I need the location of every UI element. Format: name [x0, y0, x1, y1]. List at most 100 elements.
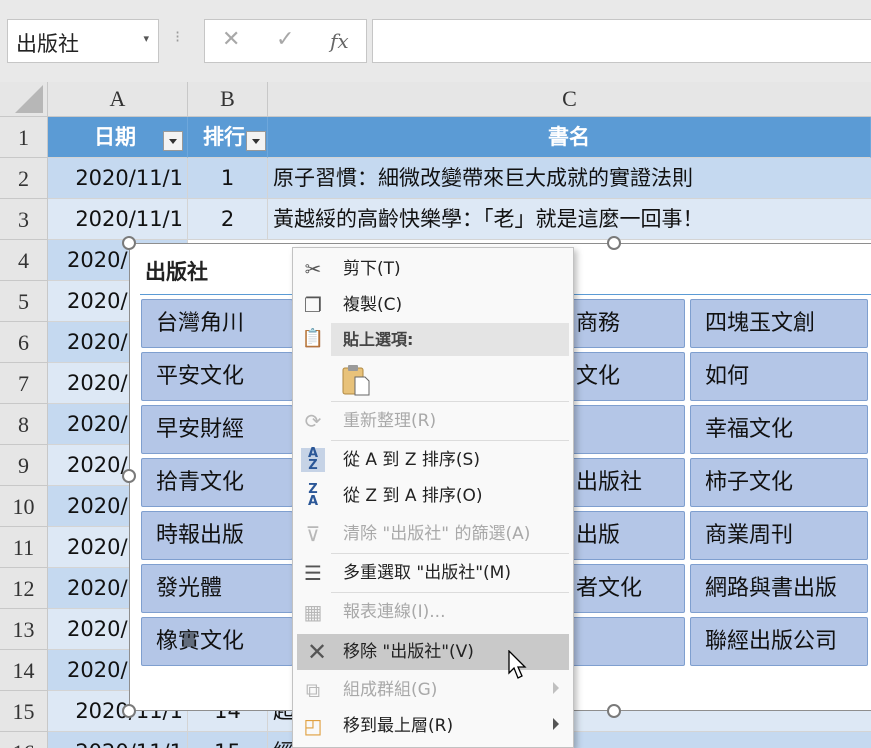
- slicer-item[interactable]: 早安財經: [141, 405, 293, 454]
- menu-separator: [331, 592, 569, 593]
- menu-item-sort-ascending[interactable]: AZ 從 A 到 Z 排序(S): [293, 442, 573, 478]
- paste-icon: 📋: [301, 328, 325, 349]
- row-header[interactable]: 3: [0, 199, 48, 240]
- table-cell[interactable]: 1: [188, 158, 268, 199]
- header-cell-title[interactable]: 書名: [268, 117, 871, 158]
- slicer-item[interactable]: 柿子文化: [690, 458, 868, 507]
- row-header[interactable]: 5: [0, 281, 48, 322]
- formula-input[interactable]: [372, 19, 871, 63]
- resize-handle[interactable]: [122, 236, 136, 250]
- header-cell-date[interactable]: 日期: [48, 117, 188, 158]
- header-cell-rank[interactable]: 排行: [188, 117, 268, 158]
- column-header-a[interactable]: A: [48, 82, 188, 117]
- select-all-button[interactable]: [0, 82, 48, 117]
- slicer-item[interactable]: 網路與書出版: [690, 564, 868, 613]
- enter-icon[interactable]: ✓: [276, 27, 294, 52]
- formula-bar-area: 出版社 ▾ ⁝ ✕ ✓ fx: [0, 0, 871, 82]
- paste-options-header: 貼上選項:: [331, 323, 569, 356]
- group-icon: ⧉: [305, 678, 321, 702]
- row-header[interactable]: 1: [0, 117, 48, 158]
- menu-separator: [331, 553, 569, 554]
- resize-handle[interactable]: [607, 704, 621, 718]
- row-header[interactable]: 7: [0, 363, 48, 404]
- paste-icon[interactable]: [341, 363, 371, 397]
- table-cell[interactable]: 2020/11/1: [48, 732, 188, 748]
- formula-bar-grip-icon[interactable]: ⁝: [175, 27, 180, 46]
- menu-separator: [331, 401, 569, 402]
- row-header[interactable]: 8: [0, 404, 48, 445]
- scissors-icon: ✂: [304, 257, 322, 281]
- menu-item-label: 組成群組(G): [343, 680, 438, 700]
- menu-separator: [331, 440, 569, 441]
- menu-item-copy[interactable]: ❐ 複製(C): [293, 287, 573, 323]
- resize-handle[interactable]: [607, 236, 621, 250]
- menu-item-label: 移到最上層(R): [343, 716, 454, 736]
- table-cell[interactable]: 15: [188, 732, 268, 748]
- cancel-icon[interactable]: ✕: [222, 27, 240, 52]
- formula-buttons: ✕ ✓ fx: [204, 19, 367, 63]
- insert-function-icon[interactable]: fx: [330, 29, 349, 53]
- row-header[interactable]: 16: [0, 732, 48, 748]
- table-cell[interactable]: 黃越綏的高齡快樂學：「老」就是這麼一回事！: [268, 199, 871, 240]
- column-header-b[interactable]: B: [188, 82, 268, 117]
- row-header[interactable]: 9: [0, 445, 48, 486]
- row-header[interactable]: 15: [0, 691, 48, 732]
- sort-za-icon: ZA: [307, 482, 319, 509]
- menu-item-remove[interactable]: ✕ 移除 "出版社"(V): [297, 634, 569, 670]
- submenu-arrow-icon: [553, 682, 559, 694]
- resize-handle[interactable]: [122, 704, 136, 718]
- remove-x-icon: ✕: [306, 638, 328, 666]
- refresh-icon: ⟳: [304, 409, 322, 433]
- submenu-arrow-icon: [553, 718, 559, 730]
- row-header[interactable]: 11: [0, 527, 48, 568]
- copy-icon: ❐: [304, 293, 322, 317]
- row-header[interactable]: 14: [0, 650, 48, 691]
- filter-dropdown-icon[interactable]: [246, 131, 266, 151]
- row-header[interactable]: 13: [0, 609, 48, 650]
- menu-item-label: 清除 "出版社" 的篩選(A): [343, 524, 531, 544]
- slicer-item[interactable]: 商業周刊: [690, 511, 868, 560]
- menu-item-label: 重新整理(R): [343, 411, 437, 431]
- menu-item-report-connections[interactable]: ▦ 報表連線(I)...: [293, 594, 573, 630]
- row-header[interactable]: 12: [0, 568, 48, 609]
- menu-item-bring-to-front[interactable]: ◰ 移到最上層(R): [293, 708, 573, 744]
- menu-item-cut[interactable]: ✂ 剪下(T): [293, 251, 573, 287]
- menu-item-refresh[interactable]: ⟳ 重新整理(R): [293, 403, 573, 439]
- slicer-item[interactable]: 幸福文化: [690, 405, 868, 454]
- table-cell[interactable]: 2: [188, 199, 268, 240]
- report-connections-icon: ▦: [303, 600, 323, 624]
- menu-item-sort-descending[interactable]: ZA 從 Z 到 A 排序(O): [293, 478, 573, 514]
- table-cell[interactable]: 2020/11/1: [48, 158, 188, 199]
- clear-filter-icon: ⊽: [305, 522, 321, 546]
- name-box[interactable]: 出版社 ▾: [7, 19, 159, 63]
- menu-item-multi-select[interactable]: ☰ 多重選取 "出版社"(M): [293, 555, 573, 591]
- header-title-label: 書名: [548, 125, 590, 149]
- menu-item-label: 剪下(T): [343, 259, 401, 279]
- slicer-item[interactable]: 台灣角川: [141, 299, 293, 348]
- menu-item-label: 移除 "出版社"(V): [343, 642, 474, 662]
- row-header[interactable]: 6: [0, 322, 48, 363]
- table-cell[interactable]: 2020/11/1: [48, 199, 188, 240]
- slicer-item[interactable]: 如何: [690, 352, 868, 401]
- slicer-item[interactable]: 時報出版: [141, 511, 293, 560]
- menu-item-label: 多重選取 "出版社"(M): [343, 563, 511, 583]
- filter-dropdown-icon[interactable]: [163, 131, 183, 151]
- header-rank-label: 排行: [203, 125, 245, 149]
- slicer-item[interactable]: 四塊玉文創: [690, 299, 868, 348]
- row-header[interactable]: 2: [0, 158, 48, 199]
- slicer-item[interactable]: 發光體: [141, 564, 293, 613]
- column-header-c[interactable]: C: [268, 82, 871, 117]
- resize-handle[interactable]: [122, 469, 136, 483]
- slicer-item[interactable]: 聯經出版公司: [690, 617, 868, 666]
- bring-to-front-icon: ◰: [303, 714, 323, 738]
- menu-item-group[interactable]: ⧉ 組成群組(G): [293, 672, 573, 708]
- menu-item-clear-filter[interactable]: ⊽ 清除 "出版社" 的篩選(A): [293, 516, 573, 552]
- slicer-item[interactable]: 橡實文化: [141, 617, 293, 666]
- multi-select-icon: ☰: [304, 561, 322, 585]
- name-box-dropdown-icon[interactable]: ▾: [143, 32, 149, 45]
- slicer-item[interactable]: 拾青文化: [141, 458, 293, 507]
- row-header[interactable]: 10: [0, 486, 48, 527]
- row-header[interactable]: 4: [0, 240, 48, 281]
- slicer-item[interactable]: 平安文化: [141, 352, 293, 401]
- table-cell[interactable]: 原子習慣：細微改變帶來巨大成就的實證法則: [268, 158, 871, 199]
